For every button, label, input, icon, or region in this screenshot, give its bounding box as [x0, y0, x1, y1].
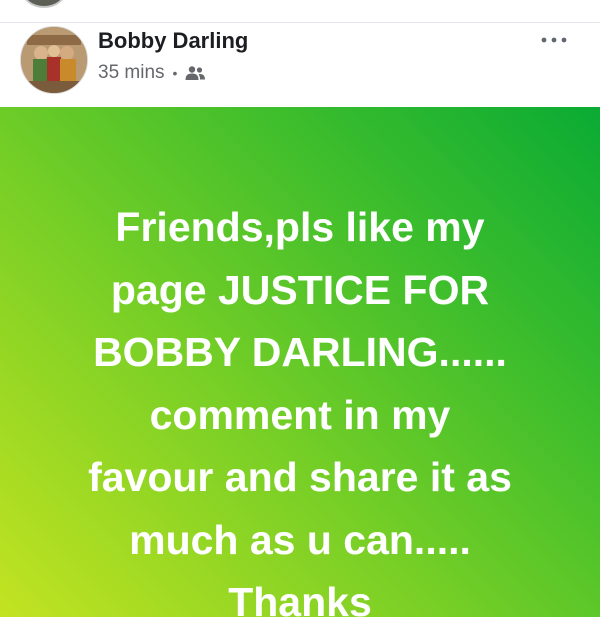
post-background: Friends,pls like my page JUSTICE FOR BOB… [0, 107, 600, 617]
post-time[interactable]: 35 mins [98, 62, 165, 84]
post-text-line: comment in my [149, 391, 451, 438]
previous-post-edge [0, 0, 600, 23]
author-avatar[interactable] [20, 26, 88, 94]
more-options-icon [541, 37, 567, 43]
previous-avatar [22, 0, 66, 8]
post-text-line: page JUSTICE FOR [110, 266, 490, 313]
more-options-button[interactable] [534, 28, 574, 52]
post-text-line: favour and share it as [88, 454, 512, 500]
post-text-line: BOBBY DARLING...... [93, 329, 507, 375]
author-name[interactable]: Bobby Darling [98, 28, 248, 54]
facebook-post-screenshot: Bobby Darling 35 mins • Friends,pls like… [0, 0, 600, 617]
post-text-line: much as u can..... [129, 516, 471, 563]
avatar-image [21, 27, 87, 93]
post-header: Bobby Darling 35 mins • [0, 23, 600, 107]
meta-separator: • [172, 65, 178, 81]
friends-icon[interactable] [184, 65, 206, 81]
post-text: Friends,pls like my page JUSTICE FOR BOB… [0, 196, 600, 617]
post-meta: 35 mins • [98, 62, 206, 84]
post-text-line: Thanks [228, 579, 372, 617]
post-text-line: Friends,pls like my [115, 204, 485, 250]
